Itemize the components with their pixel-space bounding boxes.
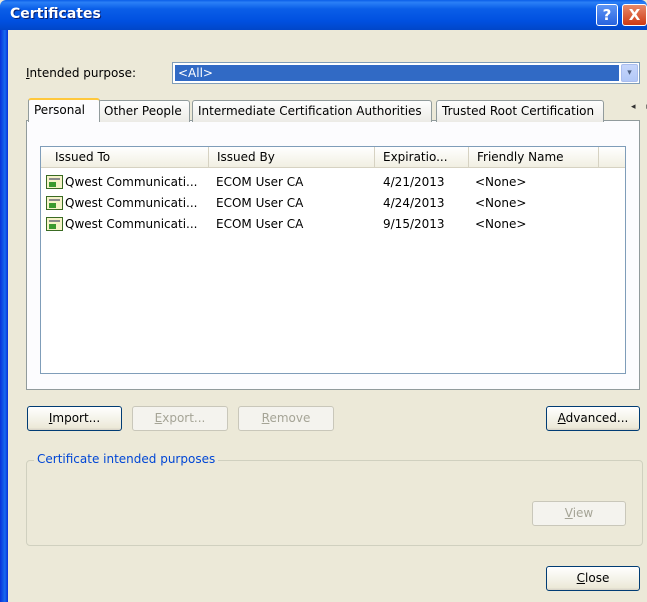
cell-friendly-name: <None> <box>475 217 527 231</box>
list-item[interactable]: Qwest Communicati... ECOM User CA 4/24/2… <box>41 193 625 213</box>
tab-personal[interactable]: Personal <box>28 98 100 122</box>
cell-issued-by: ECOM User CA <box>216 175 304 189</box>
column-friendly-name[interactable]: Friendly Name <box>469 147 599 168</box>
cell-friendly-name: <None> <box>475 196 527 210</box>
list-header: Issued To Issued By Expiratio... Friendl… <box>41 147 625 168</box>
tab-other-people[interactable]: Other People <box>98 100 190 122</box>
export-button[interactable]: Export... <box>132 406 228 431</box>
view-button[interactable]: View <box>532 501 626 526</box>
window-frame-left <box>0 30 8 602</box>
intended-purpose-value: <All> <box>175 65 619 81</box>
help-icon: ? <box>602 6 612 24</box>
close-icon: X <box>628 6 641 24</box>
import-button[interactable]: Import... <box>27 406 122 431</box>
column-expiration[interactable]: Expiratio... <box>375 147 469 168</box>
certificate-icon <box>46 196 63 210</box>
cell-issued-to: Qwest Communicati... <box>65 196 198 210</box>
dropdown-arrow-icon[interactable]: ▾ <box>621 64 638 82</box>
intended-purpose-select[interactable]: <All> ▾ <box>172 62 640 84</box>
cell-issued-by: ECOM User CA <box>216 217 304 231</box>
list-item[interactable]: Qwest Communicati... ECOM User CA 4/21/2… <box>41 172 625 192</box>
cell-friendly-name: <None> <box>475 175 527 189</box>
help-button[interactable]: ? <box>596 4 618 26</box>
tab-intermediate-ca[interactable]: Intermediate Certification Authorities <box>192 100 432 122</box>
remove-button[interactable]: Remove <box>238 406 334 431</box>
list-item[interactable]: Qwest Communicati... ECOM User CA 9/15/2… <box>41 214 625 234</box>
column-issued-by[interactable]: Issued By <box>209 147 375 168</box>
tab-strip: Personal Other People Intermediate Certi… <box>26 98 647 122</box>
cell-expiration: 4/21/2013 <box>383 175 445 189</box>
cell-expiration: 9/15/2013 <box>383 217 445 231</box>
column-issued-to[interactable]: Issued To <box>41 147 209 168</box>
window-close-button[interactable]: X <box>622 4 647 26</box>
tab-scroll-arrows-icon[interactable]: ◂ ▸ <box>626 102 647 118</box>
certificate-icon <box>46 175 63 189</box>
intended-purpose-label: Intended purpose: <box>26 66 137 80</box>
certificate-icon <box>46 217 63 231</box>
cell-issued-to: Qwest Communicati... <box>65 217 198 231</box>
certificate-list[interactable]: Issued To Issued By Expiratio... Friendl… <box>40 146 626 374</box>
close-button[interactable]: Close <box>546 566 640 591</box>
advanced-button[interactable]: Advanced... <box>546 406 640 431</box>
cell-issued-to: Qwest Communicati... <box>65 175 198 189</box>
title-bar[interactable]: Certificates ? X <box>0 0 647 30</box>
cell-issued-by: ECOM User CA <box>216 196 304 210</box>
window-title: Certificates <box>10 6 101 22</box>
certificates-dialog: Certificates ? X Intended purpose: <All>… <box>0 0 647 602</box>
tab-trusted-root[interactable]: Trusted Root Certification <box>436 100 604 122</box>
intended-purposes-title: Certificate intended purposes <box>34 452 219 466</box>
cell-expiration: 4/24/2013 <box>383 196 445 210</box>
